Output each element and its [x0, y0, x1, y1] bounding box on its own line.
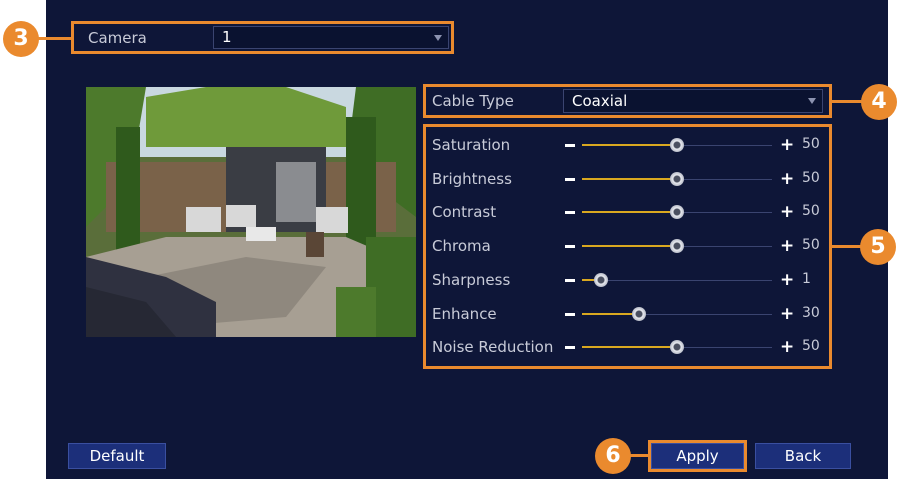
- camera-select-value: 1: [222, 28, 232, 46]
- slider-row: Sharpness +1: [432, 265, 824, 295]
- camera-preview-image: [86, 87, 416, 337]
- cable-type-label: Cable Type: [432, 92, 514, 110]
- minus-icon[interactable]: [565, 144, 575, 147]
- callout-6-badge: 6: [595, 438, 631, 474]
- slider-fill: [582, 346, 677, 349]
- slider-value: 50: [802, 136, 820, 152]
- cable-type-select[interactable]: Coaxial: [563, 89, 823, 113]
- slider-label: Chroma: [432, 237, 491, 256]
- slider-fill: [582, 144, 677, 146]
- slider-track[interactable]: [582, 138, 772, 152]
- plus-icon[interactable]: +: [780, 271, 794, 289]
- slider-knob[interactable]: [670, 239, 684, 254]
- slider-fill: [582, 245, 677, 248]
- slider-label: Enhance: [432, 304, 497, 323]
- patio-scene-image: [86, 87, 416, 337]
- slider-track[interactable]: [582, 239, 772, 254]
- slider-value: 30: [802, 304, 820, 321]
- slider-track[interactable]: [582, 306, 772, 321]
- slider-label: Saturation: [432, 136, 511, 154]
- slider-fill: [582, 211, 677, 214]
- slider-fill: [582, 312, 639, 315]
- plus-icon[interactable]: +: [780, 338, 794, 356]
- slider-row: Brightness +50: [432, 164, 824, 194]
- slider-value: 50: [802, 237, 820, 254]
- default-button[interactable]: Default: [68, 443, 166, 469]
- slider-row: Contrast +50: [432, 197, 824, 227]
- camera-select[interactable]: 1: [213, 26, 449, 49]
- callout-6-line: [630, 454, 650, 457]
- chevron-down-icon: [434, 34, 442, 41]
- slider-track[interactable]: [582, 340, 772, 355]
- callout-3-line: [38, 37, 74, 40]
- slider-row: Noise Reduction +50: [432, 332, 824, 362]
- cable-type-select-value: Coaxial: [572, 92, 628, 110]
- callout-5-badge: 5: [860, 229, 896, 265]
- plus-icon[interactable]: +: [780, 305, 794, 323]
- slider-label: Sharpness: [432, 270, 511, 289]
- slider-knob[interactable]: [670, 138, 684, 152]
- chevron-down-icon: [808, 98, 816, 104]
- plus-icon[interactable]: +: [780, 170, 794, 188]
- slider-value: 50: [802, 169, 820, 186]
- minus-icon[interactable]: [565, 312, 575, 316]
- slider-track[interactable]: [582, 171, 772, 186]
- minus-icon[interactable]: [565, 211, 575, 215]
- callout-4-badge: 4: [861, 84, 897, 120]
- plus-icon[interactable]: +: [780, 203, 794, 221]
- slider-value: 1: [802, 270, 811, 287]
- slider-knob[interactable]: [594, 272, 608, 287]
- apply-button[interactable]: Apply: [651, 443, 744, 469]
- callout-5-line: [832, 245, 862, 248]
- slider-knob[interactable]: [670, 205, 684, 220]
- slider-label: Brightness: [432, 169, 512, 188]
- minus-icon[interactable]: [565, 346, 575, 350]
- minus-icon[interactable]: [565, 245, 575, 249]
- slider-value: 50: [802, 338, 820, 355]
- slider-label: Contrast: [432, 203, 497, 222]
- slider-track[interactable]: [582, 272, 772, 287]
- slider-value: 50: [802, 203, 820, 220]
- slider-track[interactable]: [582, 205, 772, 220]
- slider-row: Chroma +50: [432, 231, 824, 261]
- slider-label: Noise Reduction: [432, 338, 554, 357]
- slider-knob[interactable]: [632, 306, 646, 321]
- slider-fill: [582, 177, 677, 180]
- plus-icon[interactable]: +: [780, 237, 794, 255]
- slider-row: Enhance +30: [432, 299, 824, 329]
- minus-icon[interactable]: [565, 177, 575, 181]
- camera-label: Camera: [88, 29, 147, 47]
- slider-knob[interactable]: [670, 340, 684, 355]
- slider-knob[interactable]: [670, 171, 684, 186]
- plus-icon[interactable]: +: [780, 136, 794, 154]
- back-button[interactable]: Back: [755, 443, 851, 469]
- callout-4-line: [832, 100, 864, 103]
- slider-row: Saturation +50: [432, 130, 824, 160]
- minus-icon[interactable]: [565, 278, 575, 282]
- callout-3-badge: 3: [3, 21, 39, 57]
